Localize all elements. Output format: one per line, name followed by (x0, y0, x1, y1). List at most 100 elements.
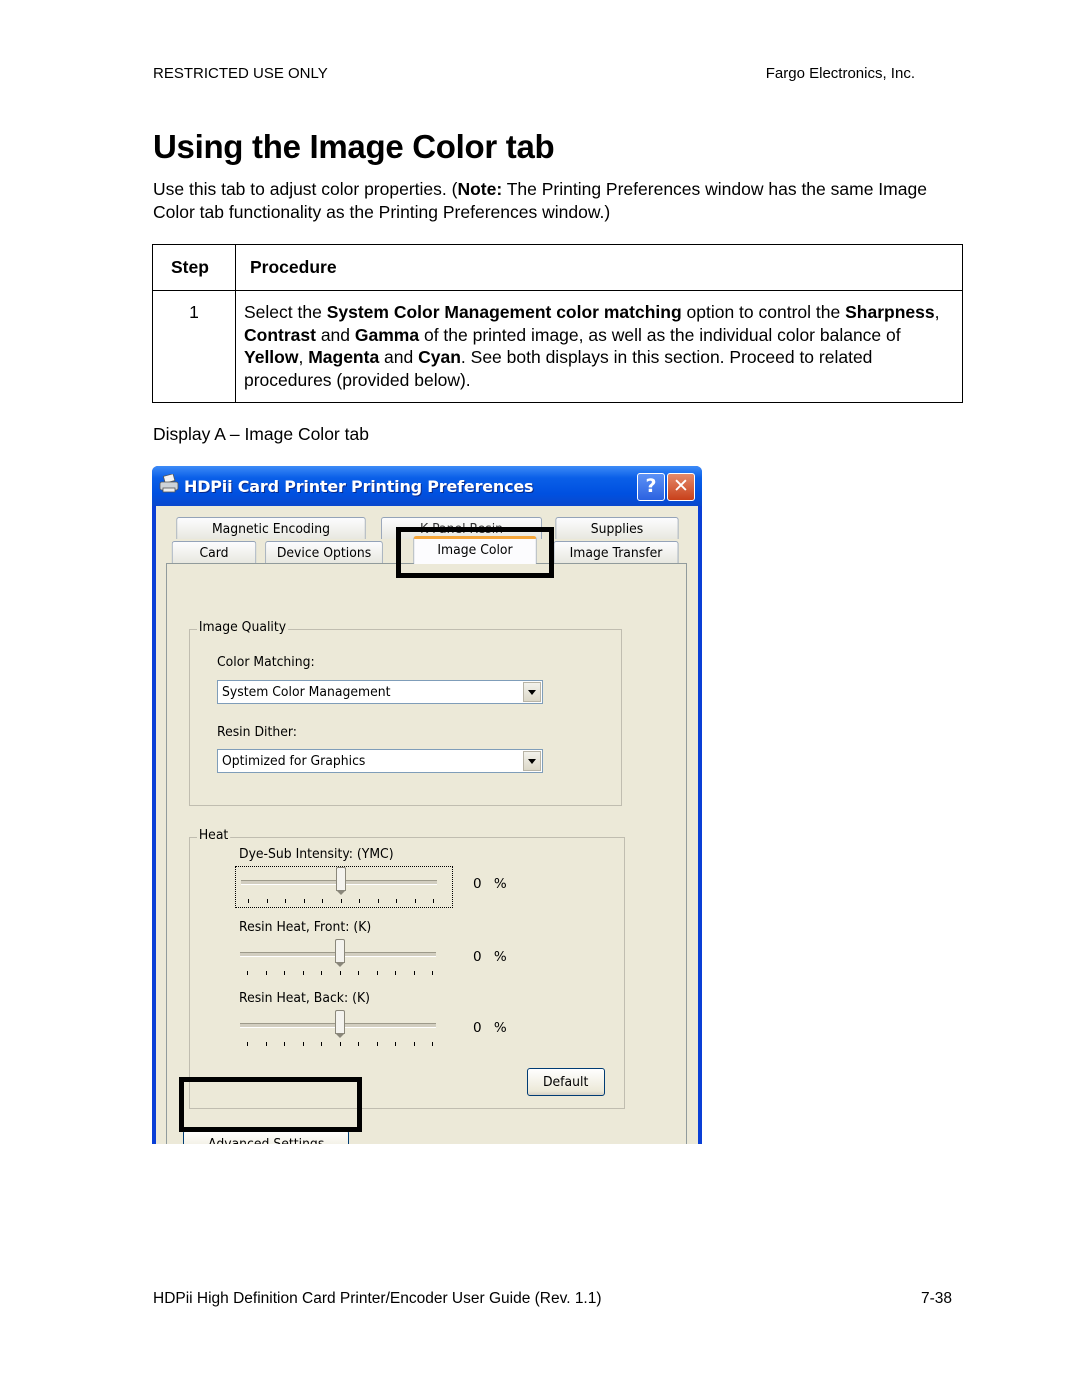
procedure-text-segment: and (379, 347, 419, 367)
dialog-title: HDPii Card Printer Printing Preferences (184, 477, 534, 496)
tab-magnetic-encoding[interactable]: Magnetic Encoding (176, 517, 366, 539)
image-color-tab-panel: Image Quality Color Matching: System Col… (166, 563, 687, 1144)
header-step: Step (152, 244, 236, 291)
heat-group-label: Heat (197, 827, 231, 843)
resin-dither-label: Resin Dither: (217, 724, 297, 740)
advanced-settings-label: Advanced Settings (207, 1136, 325, 1144)
footer-guide-title: HDPii High Definition Card Printer/Encod… (153, 1290, 602, 1307)
heat-slider-value: 0 % (473, 876, 511, 892)
slider-tick (395, 1042, 396, 1046)
heat-slider-label: Dye-Sub Intensity: (YMC) (239, 846, 394, 862)
procedure-text-segment: option to control the (681, 302, 846, 322)
slider-tick (248, 899, 249, 903)
heat-slider-value: 0 % (473, 1020, 511, 1036)
tab-supplies[interactable]: Supplies (555, 517, 679, 539)
color-matching-select[interactable]: System Color Management (217, 680, 543, 704)
tab-card[interactable]: Card (171, 541, 257, 563)
heat-slider-label: Resin Heat, Front: (K) (239, 919, 372, 935)
header-company: Fargo Electronics, Inc. (765, 65, 915, 82)
heat-slider-label: Resin Heat, Back: (K) (239, 990, 370, 1006)
slider-tick (247, 971, 248, 975)
slider-tick (339, 1042, 341, 1046)
dialog-client-area: Magnetic Encoding K Panel Resin Supplies… (156, 506, 698, 1144)
header-procedure: Procedure (235, 244, 963, 291)
header-restricted-use: RESTRICTED USE ONLY (153, 65, 328, 82)
slider-tick (284, 1042, 285, 1046)
step-number: 1 (152, 290, 236, 403)
slider-tick (322, 899, 323, 903)
printer-icon (159, 474, 179, 493)
procedure-table: Step Procedure 1 Select the System Color … (152, 244, 963, 403)
slider-tick (376, 1042, 378, 1046)
resin-dither-value: Optimized for Graphics (222, 753, 366, 769)
slider-tick (284, 971, 285, 975)
help-icon: ? (645, 475, 657, 497)
slider-tick (395, 971, 396, 975)
color-matching-label: Color Matching: (217, 654, 315, 670)
slider-tick (433, 899, 434, 903)
procedure-keyword: System Color Management color matching (326, 302, 682, 322)
advanced-settings-button[interactable]: Advanced Settings (183, 1130, 349, 1144)
slider-tick (413, 971, 415, 975)
slider-thumb[interactable] (335, 867, 346, 895)
slider-tick (396, 899, 397, 903)
default-button-label: Default (543, 1074, 589, 1090)
printing-preferences-dialog: HDPii Card Printer Printing Preferences … (152, 466, 702, 1144)
procedure-text-segment: of the printed image, as well as the ind… (419, 324, 901, 345)
slider-tick (414, 899, 416, 903)
slider-tick (432, 1042, 433, 1046)
slider-tick (340, 899, 342, 903)
slider-thumb[interactable] (334, 1010, 345, 1038)
procedure-text-segment: and (315, 324, 355, 345)
chevron-down-icon[interactable] (523, 682, 541, 702)
display-caption: Display A – Image Color tab (153, 424, 369, 444)
resin-dither-select[interactable]: Optimized for Graphics (217, 749, 543, 773)
close-icon: ✕ (673, 475, 689, 497)
procedure-keyword: Yellow (244, 347, 299, 367)
slider-thumb[interactable] (334, 939, 345, 967)
procedure-text: Select the System Color Management color… (235, 290, 963, 403)
close-button[interactable]: ✕ (667, 473, 695, 501)
intro-note-label: Note: (457, 179, 503, 199)
procedure-keyword: Contrast (244, 324, 316, 345)
heat-slider[interactable] (235, 939, 451, 979)
slider-tick (266, 899, 268, 903)
procedure-keyword: Gamma (354, 324, 420, 345)
chevron-down-icon[interactable] (523, 751, 541, 771)
slider-tick (377, 899, 379, 903)
color-matching-value: System Color Management (222, 684, 391, 700)
procedure-keyword: Magenta (308, 347, 380, 367)
slider-tick (302, 971, 304, 975)
slider-tick (302, 1042, 304, 1046)
image-quality-group-label: Image Quality (197, 619, 288, 635)
slider-tick (339, 971, 341, 975)
slider-tick (358, 971, 359, 975)
slider-tick (303, 899, 305, 903)
procedure-keyword: Cyan (418, 347, 461, 367)
slider-tick (376, 971, 378, 975)
footer-page-number: 7-38 (920, 1290, 952, 1307)
slider-tick (359, 899, 360, 903)
heat-slider-value: 0 % (473, 949, 511, 965)
procedure-keyword: Sharpness (845, 302, 935, 322)
slider-tick (247, 1042, 248, 1046)
dialog-titlebar[interactable]: HDPii Card Printer Printing Preferences … (152, 466, 702, 506)
intro-paragraph: Use this tab to adjust color properties.… (153, 178, 943, 224)
tab-image-color[interactable]: Image Color (413, 536, 537, 564)
slider-tick (321, 971, 322, 975)
procedure-text-segment: , (298, 347, 309, 367)
page-title: Using the Image Color tab (153, 128, 555, 165)
heat-slider[interactable] (235, 866, 453, 908)
slider-tick (265, 1042, 267, 1046)
procedure-row: 1 Select the System Color Management colo… (152, 290, 963, 403)
procedure-text-segment: Select the (244, 302, 327, 322)
tab-device-options[interactable]: Device Options (265, 541, 383, 563)
help-button[interactable]: ? (637, 473, 665, 501)
intro-text-1: Use this tab to adjust color properties.… (153, 179, 458, 199)
tab-image-transfer[interactable]: Image Transfer (553, 541, 679, 563)
slider-tick (321, 1042, 322, 1046)
default-button[interactable]: Default (527, 1068, 605, 1096)
heat-slider[interactable] (235, 1010, 451, 1050)
slider-tick (285, 899, 286, 903)
slider-tick (358, 1042, 359, 1046)
